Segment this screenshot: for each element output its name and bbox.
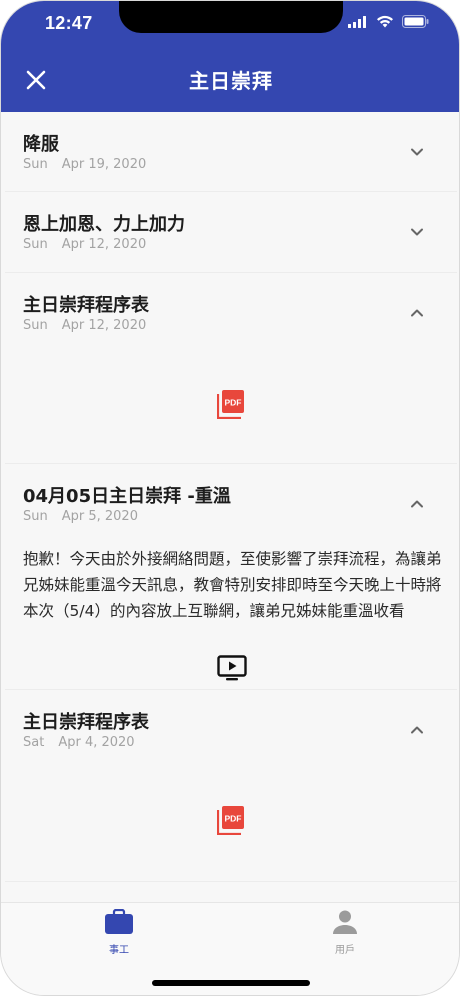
list-item[interactable]: 04月05日主日崇拜 -重溫 Sun Apr 5, 2020 抱歉！今天由於外接網… bbox=[5, 464, 457, 690]
item-weekday: Sun bbox=[23, 157, 48, 172]
item-title: 降服 bbox=[23, 134, 59, 155]
chevron-up-icon[interactable] bbox=[409, 305, 425, 321]
pdf-icon-label: PDF bbox=[225, 814, 242, 824]
wifi-icon bbox=[377, 15, 393, 28]
item-date-text: Apr 5, 2020 bbox=[61, 509, 138, 524]
signal-icon bbox=[348, 15, 366, 28]
list-item[interactable]: 恩上加恩、力上加力 Sun Apr 12, 2020 bbox=[5, 192, 457, 273]
pdf-icon-label: PDF bbox=[225, 398, 242, 408]
briefcase-icon bbox=[105, 908, 133, 934]
item-date: Sun Apr 5, 2020 bbox=[23, 509, 138, 524]
list-item[interactable]: 主日崇拜程序表 Sun Apr 12, 2020 PDF bbox=[5, 273, 457, 464]
status-time: 12:47 bbox=[45, 13, 93, 33]
chevron-up-icon[interactable] bbox=[409, 496, 425, 512]
item-date: Sun Apr 19, 2020 bbox=[23, 157, 146, 172]
person-icon bbox=[333, 910, 357, 934]
home-indicator bbox=[152, 980, 310, 986]
item-date-text: Apr 19, 2020 bbox=[61, 157, 147, 172]
item-title: 主日崇拜程序表 bbox=[23, 712, 149, 733]
item-date: Sun Apr 12, 2020 bbox=[23, 318, 146, 333]
chevron-down-icon[interactable] bbox=[409, 144, 425, 160]
status-icons bbox=[348, 15, 429, 28]
tab-label: 事工 bbox=[109, 945, 129, 956]
item-title: 恩上加恩、力上加力 bbox=[23, 214, 185, 235]
item-weekday: Sun bbox=[23, 509, 48, 524]
phone-screen: 12:47 主日崇拜 降服 Sun Apr 19, 2020 恩上加恩、力上加力… bbox=[0, 0, 460, 996]
item-description: 抱歉！今天由於外接網絡問題，至使影響了崇拜流程，為讓弟兄姊妹能重溫今天訊息，教會… bbox=[23, 550, 442, 620]
video-play-icon[interactable] bbox=[217, 655, 247, 681]
item-title: 主日崇拜程序表 bbox=[23, 295, 149, 316]
list-item[interactable]: 主日崇拜程序表 Sat Apr 4, 2020 PDF bbox=[5, 690, 457, 882]
item-date-text: Apr 12, 2020 bbox=[61, 318, 147, 333]
chevron-up-icon[interactable] bbox=[409, 722, 425, 738]
item-weekday: Sun bbox=[23, 237, 48, 252]
page-title: 主日崇拜 bbox=[189, 69, 273, 93]
app-bar: 12:47 主日崇拜 bbox=[1, 1, 459, 112]
worship-list: 降服 Sun Apr 19, 2020 恩上加恩、力上加力 Sun Apr 12, … bbox=[1, 112, 459, 902]
tab-ministry[interactable]: 事工 bbox=[79, 908, 159, 959]
tab-user[interactable]: 用戶 bbox=[305, 909, 385, 959]
device-notch bbox=[119, 1, 343, 33]
item-weekday: Sat bbox=[23, 735, 45, 750]
pdf-icon[interactable]: PDF bbox=[217, 389, 245, 419]
list-item[interactable]: 降服 Sun Apr 19, 2020 bbox=[5, 112, 457, 192]
chevron-down-icon[interactable] bbox=[409, 224, 425, 240]
item-date: Sat Apr 4, 2020 bbox=[23, 735, 135, 750]
item-weekday: Sun bbox=[23, 318, 48, 333]
item-title: 04月05日主日崇拜 -重溫 bbox=[23, 486, 231, 507]
item-date: Sun Apr 12, 2020 bbox=[23, 237, 146, 252]
item-date-text: Apr 4, 2020 bbox=[58, 735, 135, 750]
item-date-text: Apr 12, 2020 bbox=[61, 237, 147, 252]
pdf-icon[interactable]: PDF bbox=[217, 805, 245, 835]
battery-icon bbox=[402, 15, 429, 28]
tab-label: 用戶 bbox=[335, 945, 355, 956]
